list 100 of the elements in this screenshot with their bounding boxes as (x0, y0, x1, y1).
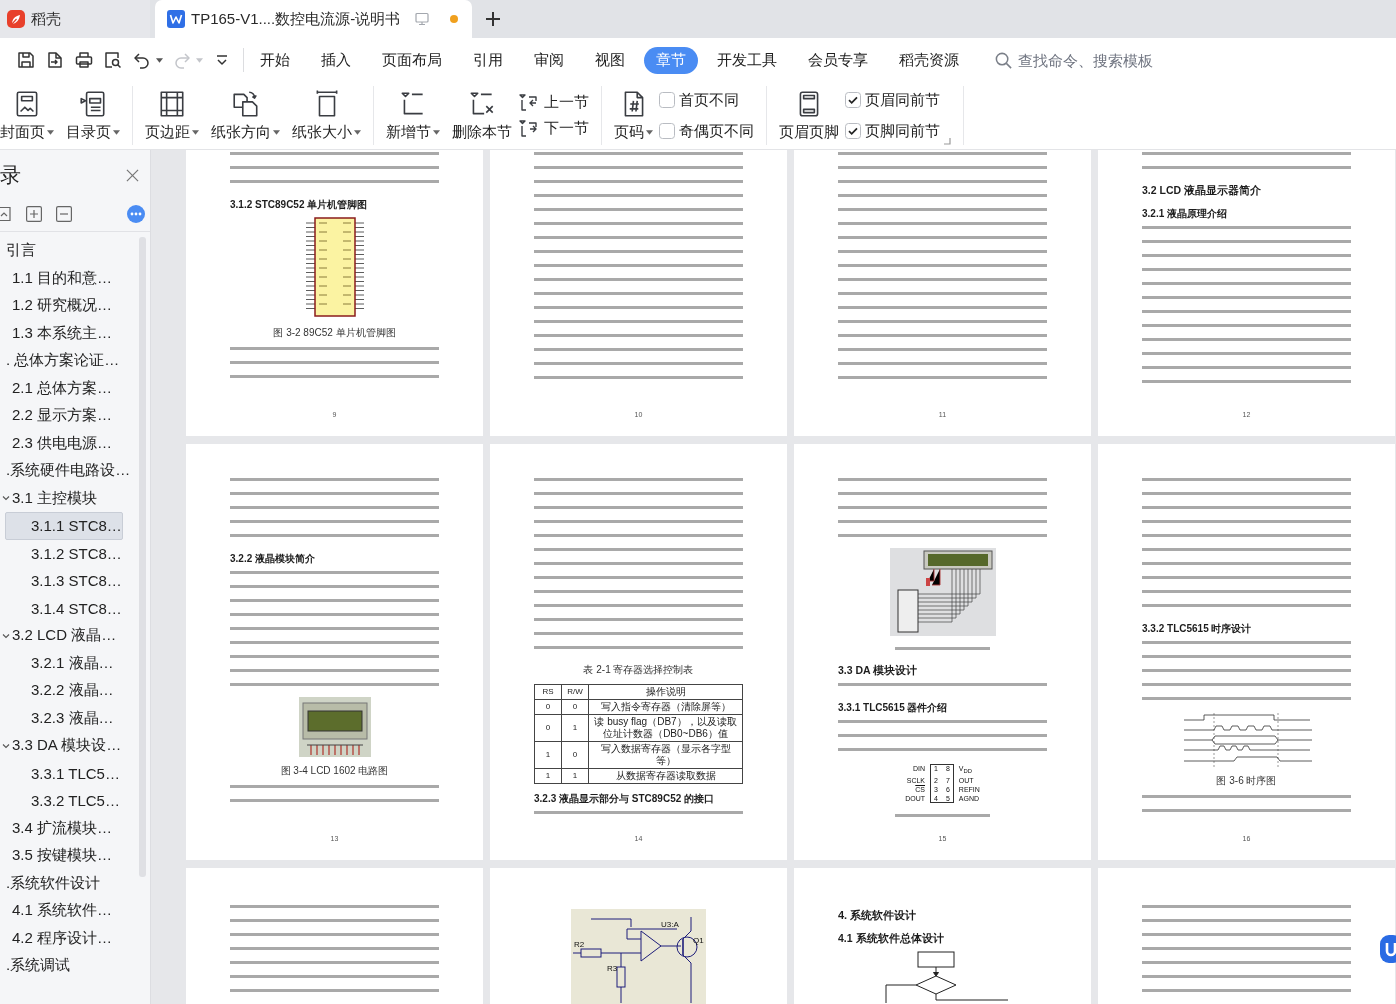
table-cell: 0 (534, 714, 562, 742)
table-cell: 1 (561, 714, 589, 742)
paper-size-button[interactable]: 纸张大小 (292, 89, 361, 142)
toc-item[interactable]: 3.2.1 液晶… (5, 649, 118, 677)
undo-icon[interactable] (132, 50, 152, 70)
section-heading: 3.2 LCD 液晶显示器简介 (1142, 184, 1262, 197)
checkbox-label[interactable]: 首页不同 (679, 90, 739, 110)
table-cell: 写入指令寄存器（清除屏等） (588, 699, 743, 715)
toc-item[interactable]: 引言 (5, 237, 118, 265)
toc-item[interactable]: 3.3.2 TLC5… (5, 787, 121, 815)
figure-caption: 图 3-6 时序图 (1215, 774, 1278, 787)
caret-icon[interactable] (156, 57, 163, 63)
collapse-icon[interactable] (56, 205, 72, 222)
toc-item[interactable]: 3.2 LCD 液晶… (5, 622, 118, 650)
menu-tab[interactable]: 页面布局 (370, 46, 454, 74)
toc-item[interactable]: 3.1.1 STC8… (5, 512, 123, 540)
subsection-heading: 3.2.3 液晶显示部分与 STC89C52 的接口 (534, 792, 716, 805)
table-of-contents-button[interactable]: 目录页 (66, 89, 120, 142)
toc-item[interactable]: 3.5 按键模块… (5, 842, 118, 870)
page-number-button[interactable]: 页码 (614, 89, 653, 142)
delete-section-button[interactable]: 删除本节 (452, 89, 512, 142)
toc-item[interactable]: 4.2 程序设计… (5, 924, 118, 952)
toc-item[interactable]: .系统软件设计 (5, 869, 118, 897)
toc-item[interactable]: 2.2 显示方案… (5, 402, 118, 430)
table-cell: 0 (561, 699, 589, 715)
subsection-heading: 3.2.2 液晶模块简介 (230, 552, 317, 565)
figure-caption: 表 2-1 寄存器选择控制表 (582, 663, 695, 676)
chevron-icon[interactable] (2, 494, 10, 503)
toc-item[interactable]: 3.2.2 液晶… (5, 677, 118, 705)
subsection-heading: 3.2.1 液晶原理介绍 (1142, 207, 1229, 220)
margins-button[interactable]: 页边距 (145, 89, 199, 142)
next-section-button[interactable]: 下一节 (518, 118, 589, 139)
menu-tab[interactable]: 开发工具 (705, 46, 789, 74)
menu-tab[interactable]: 会员专享 (796, 46, 880, 74)
toc-item[interactable]: 3.1.4 STC8… (5, 594, 123, 622)
toc-item[interactable]: 3.1 主控模块 (5, 484, 118, 512)
toc-item[interactable]: .系统硬件电路设… (5, 457, 132, 485)
toc-item[interactable]: 3.1.2 STC8… (5, 539, 123, 567)
collapse-all-icon[interactable] (0, 205, 12, 222)
previous-section-icon (518, 92, 538, 113)
component-label: R2 (574, 940, 585, 949)
menu-tab[interactable]: 视图 (583, 46, 637, 74)
checkbox[interactable] (659, 92, 675, 108)
checkbox-label[interactable]: 页脚同前节 (865, 121, 940, 141)
menu-tab[interactable]: 开始 (248, 46, 302, 74)
menu-tab[interactable]: 审阅 (522, 46, 576, 74)
save-icon[interactable] (16, 50, 36, 70)
print-preview-icon[interactable] (103, 50, 123, 70)
checkbox-label[interactable]: 奇偶页不同 (679, 121, 754, 141)
flowchart-box (917, 951, 954, 968)
chapter-heading: 4. 系统软件设计 (838, 909, 918, 922)
expand-icon[interactable] (26, 205, 42, 222)
cover-page-button[interactable]: 封面页 (0, 89, 54, 142)
app-tab[interactable]: TP165-V1....数控电流源-说明书 (155, 0, 472, 38)
panel-title: 录 (0, 162, 21, 188)
subsection-heading: 3.1.2 STC89C52 单片机管脚图 (230, 198, 369, 211)
plus-icon[interactable] (484, 10, 502, 28)
header-footer-button[interactable]: 页眉页脚 (779, 89, 839, 142)
more-icon[interactable] (127, 204, 145, 223)
table-cell: 1 (534, 741, 562, 769)
checkbox[interactable] (659, 123, 675, 139)
checkbox[interactable] (845, 123, 861, 139)
print-icon[interactable] (74, 50, 94, 70)
app-tab[interactable]: 稻壳 (0, 0, 150, 38)
toc-item[interactable]: . 总体方案论证… (5, 347, 121, 375)
toc-item[interactable]: 1.1 目的和意… (5, 264, 118, 292)
toc-item[interactable]: 3.4 扩流模块… (5, 814, 118, 842)
toc-item[interactable]: 4.1 系统软件… (5, 897, 118, 925)
toc-item[interactable]: 1.2 研究概况… (5, 292, 118, 320)
menu-tab[interactable]: 稻壳资源 (887, 46, 971, 74)
ic-package (930, 764, 954, 804)
toc-item[interactable]: 3.1.3 STC8… (5, 567, 123, 595)
toc-item[interactable]: 3.3 DA 模块设… (5, 732, 123, 760)
flowchart-arrow (932, 966, 939, 977)
close-icon[interactable] (126, 168, 139, 182)
chevron-icon[interactable] (2, 741, 10, 750)
flowchart-connector (885, 984, 916, 1003)
toc-item[interactable]: 1.3 本系统主… (5, 319, 118, 347)
section-heading: 4.1 系统软件总体设计 (838, 932, 945, 945)
column-header: R/W (561, 684, 589, 700)
checkbox[interactable] (845, 92, 861, 108)
toc-item[interactable]: 2.3 供电电源… (5, 429, 118, 457)
orientation-button[interactable]: 纸张方向 (211, 89, 280, 142)
menu-tab[interactable]: 插入 (309, 46, 363, 74)
search-icon[interactable] (994, 50, 1013, 70)
search-field[interactable]: 查找命令、搜索模板 (1018, 51, 1168, 69)
new-section-button[interactable]: 新增节 (386, 89, 440, 142)
toc-item[interactable]: 3.3.1 TLC5… (5, 759, 121, 787)
page-orientation-icon (230, 89, 261, 119)
menu-tab[interactable]: 引用 (461, 46, 515, 74)
toc-item[interactable]: 3.2.3 液晶… (5, 704, 118, 732)
chevron-icon[interactable] (2, 631, 10, 640)
checkbox-label[interactable]: 页眉同前节 (865, 90, 940, 110)
toc-item[interactable]: 2.1 总体方案… (5, 374, 118, 402)
page-margins-icon (157, 89, 187, 119)
export-icon[interactable] (45, 50, 65, 70)
toc-item[interactable]: .系统调试 (5, 952, 118, 980)
assistant-icon[interactable] (1380, 935, 1396, 963)
writer-document-icon (167, 10, 185, 28)
previous-section-button[interactable]: 上一节 (518, 92, 589, 113)
